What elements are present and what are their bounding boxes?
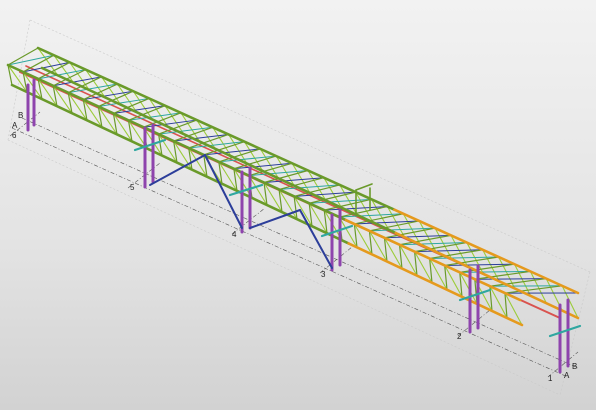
grid-label-1: 1: [548, 374, 553, 383]
cross-member[interactable]: [7, 47, 39, 66]
bottom-chord-back[interactable]: [40, 66, 398, 235]
gridline-2: [457, 309, 491, 337]
grid-label-3: 3: [321, 270, 326, 279]
bottom-chord-back-orange[interactable]: [394, 231, 580, 320]
grid-label-b-right: B: [572, 362, 577, 371]
strut[interactable]: [149, 154, 206, 186]
grid-label-a-left: A: [12, 121, 18, 130]
grid-label-2: 2: [457, 332, 462, 341]
strut[interactable]: [299, 209, 333, 269]
grid-label-4: 4: [232, 230, 237, 239]
truss-structure[interactable]: [6, 46, 582, 374]
grid-label-b-left: B: [18, 111, 23, 120]
grid-label-a-right: A: [564, 371, 570, 380]
gridline-a: [11, 127, 571, 379]
grid-label-6: 6: [12, 131, 17, 140]
top-chord-back[interactable]: [36, 46, 396, 211]
steel-structure-model[interactable]: A B 6 5 4 3 2 1 B A: [0, 0, 596, 410]
top-chord-front-orange[interactable]: [344, 218, 522, 302]
top-lateral-brace[interactable]: [474, 278, 547, 280]
work-area-boundary: [7, 19, 591, 396]
strut[interactable]: [249, 209, 301, 229]
grid-label-5: 5: [130, 183, 135, 192]
gridline-b: [21, 117, 579, 369]
3d-model-viewport[interactable]: A B 6 5 4 3 2 1 B A: [0, 0, 596, 410]
gridlines: [9, 111, 579, 379]
top-chord-front[interactable]: [6, 63, 348, 222]
